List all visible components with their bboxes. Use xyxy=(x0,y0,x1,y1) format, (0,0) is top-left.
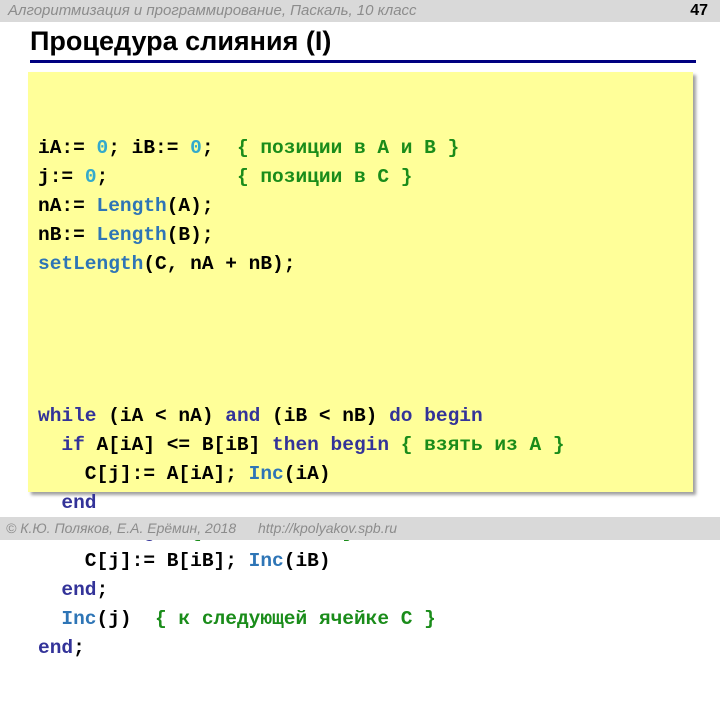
code-line: end; xyxy=(38,634,565,663)
site-url-link[interactable]: http://kpolyakov.spb.ru xyxy=(258,520,397,536)
code-line: end; xyxy=(38,576,565,605)
comment-token: { позиции в C } xyxy=(236,166,413,188)
function-token: Length xyxy=(96,224,167,246)
code-token: nA:= xyxy=(38,195,97,217)
code-token: (iB) xyxy=(283,550,331,572)
footer-bar: © К.Ю. Поляков, Е.А. Ерёмин, 2018 http:/… xyxy=(0,517,720,540)
code-line: end xyxy=(38,489,565,518)
slide-title: Процедура слияния (I) xyxy=(30,26,332,56)
comment-token: { к следующей ячейке C } xyxy=(155,608,436,630)
function-token: Inc xyxy=(248,550,284,572)
keyword-token: end xyxy=(38,637,74,659)
code-block: iA:= 0; iB:= 0; { позиции в A и B } j:= 0… xyxy=(28,72,693,659)
number-token: 0 xyxy=(190,137,202,159)
code-line: if A[iA] <= B[iB] then begin { взять из … xyxy=(38,431,565,460)
code-line: C[j]:= A[iA]; Inc(iA) xyxy=(38,460,565,489)
code-token: (j) xyxy=(96,608,156,630)
code-token: C[j]:= B[iB]; xyxy=(38,550,249,572)
code-line: j:= 0; { позиции в C } xyxy=(38,163,565,192)
keyword-token: end xyxy=(61,492,97,514)
comment-token: { взять из A } xyxy=(400,434,565,456)
code-token: ; xyxy=(96,579,109,601)
code-line: nB:= Length(B); xyxy=(38,221,565,250)
keyword-token: while xyxy=(38,405,97,427)
keyword-token: then begin xyxy=(272,434,390,456)
code-line: iA:= 0; iB:= 0; { позиции в A и B } xyxy=(38,134,565,163)
comment-token: { позиции в A и B } xyxy=(236,137,460,159)
function-token: Inc xyxy=(61,608,97,630)
header-bar: Алгоритмизация и программирование, Паска… xyxy=(0,0,720,22)
code-token: (A); xyxy=(166,195,214,217)
code-token: ; xyxy=(201,137,237,159)
number-token: 0 xyxy=(96,137,109,159)
page-number: 47 xyxy=(690,2,708,19)
number-token: 0 xyxy=(84,166,97,188)
function-token: Inc xyxy=(248,463,284,485)
code-token: ; xyxy=(96,166,237,188)
code-token: (B); xyxy=(166,224,214,246)
keyword-token: end xyxy=(61,579,97,601)
code-gap xyxy=(38,337,565,344)
code-token: (iB < nB) xyxy=(260,405,390,427)
keyword-token: do begin xyxy=(389,405,483,427)
code-listing: iA:= 0; iB:= 0; { позиции в A и B } j:= 0… xyxy=(38,76,565,721)
code-token: (C, nA + nB); xyxy=(143,253,296,275)
code-line: nA:= Length(A); xyxy=(38,192,565,221)
code-line: setLength(C, nA + nB); xyxy=(38,250,565,279)
code-line: while (iA < nA) and (iB < nB) do begin xyxy=(38,402,565,431)
code-token: (iA < nA) xyxy=(96,405,226,427)
title-underline xyxy=(30,60,696,63)
code-line: Inc(j) { к следующей ячейке C } xyxy=(38,605,565,634)
code-token: ; iB:= xyxy=(108,137,191,159)
code-token: j:= xyxy=(38,166,85,188)
function-token: setLength xyxy=(38,253,144,275)
keyword-token: if xyxy=(61,434,85,456)
function-token: Length xyxy=(96,195,167,217)
code-token: C[j]:= A[iA]; xyxy=(38,463,249,485)
keyword-token: and xyxy=(225,405,261,427)
copyright-text: © К.Ю. Поляков, Е.А. Ерёмин, 2018 xyxy=(6,520,237,536)
code-token: iA:= xyxy=(38,137,97,159)
code-token: ; xyxy=(73,637,85,659)
code-init-section: iA:= 0; iB:= 0; { позиции в A и B } j:= 0… xyxy=(38,134,565,279)
code-token: A[iA] <= B[iB] xyxy=(84,434,273,456)
code-token: (iA) xyxy=(283,463,331,485)
code-token: nB:= xyxy=(38,224,97,246)
course-title: Алгоритмизация и программирование, Паска… xyxy=(8,2,417,19)
code-line: C[j]:= B[iB]; Inc(iB) xyxy=(38,547,565,576)
